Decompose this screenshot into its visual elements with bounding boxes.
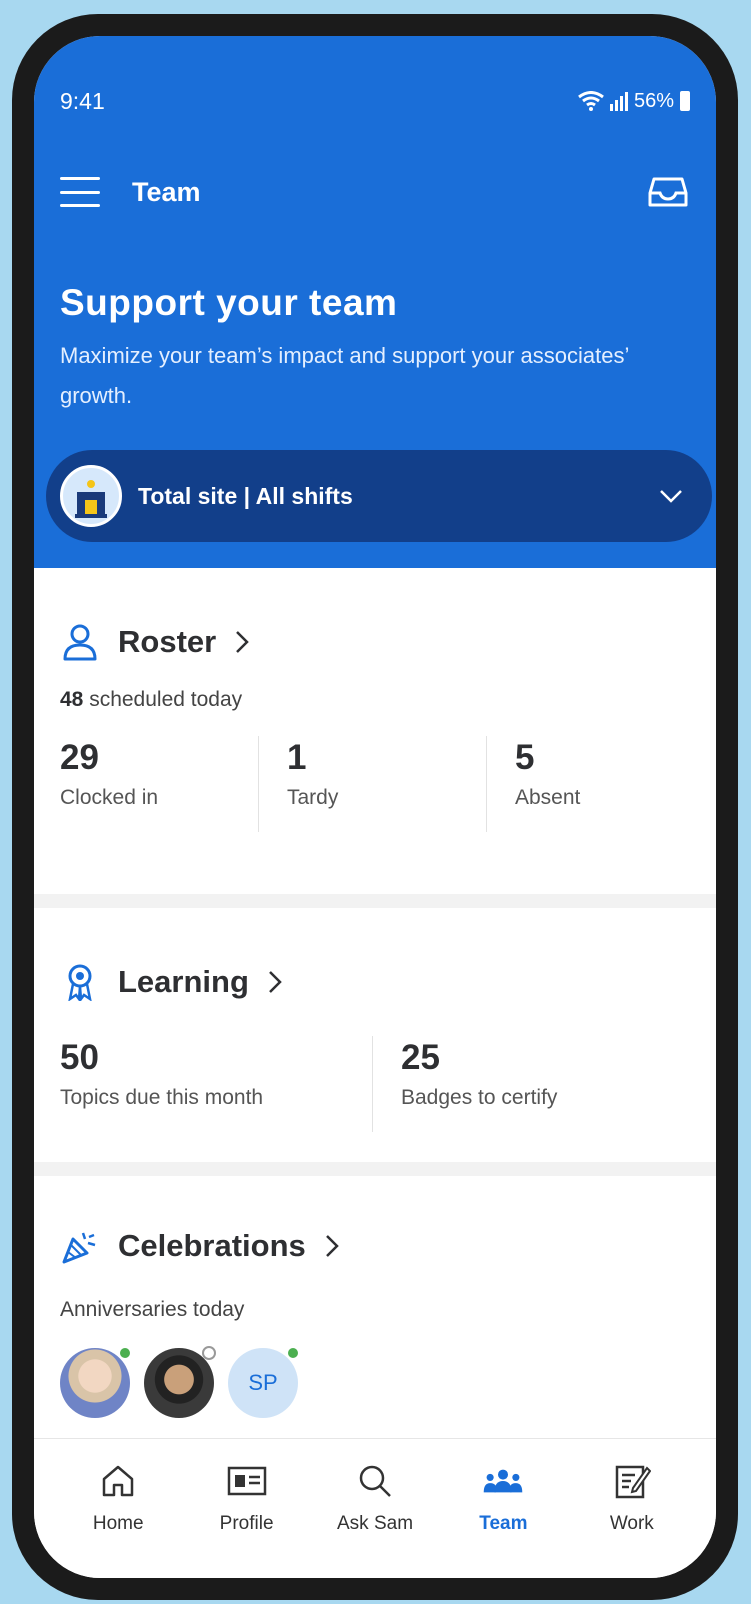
stat-value: 5 [515,738,535,777]
celebrations-title: Celebrations [118,1228,306,1263]
person-icon [60,622,100,662]
avatar-initials: SP [248,1370,278,1395]
stat-label: Topics due this month [60,1086,264,1109]
menu-icon[interactable] [60,177,100,207]
nav-profile[interactable]: Profile [182,1439,310,1578]
nav-home[interactable]: Home [54,1439,182,1578]
chevron-right-icon [234,627,256,657]
learning-stats: 50 Topics due this month 25 Badges to ce… [60,1036,690,1132]
nav-label: Profile [219,1513,274,1534]
inbox-icon[interactable] [646,170,690,214]
chevron-right-icon [267,967,289,997]
party-popper-icon [60,1226,100,1266]
status-icons: 56% [578,90,690,113]
battery-percent: 56% [633,89,674,112]
status-offline-dot [202,1346,216,1360]
nav-label: Ask Sam [337,1513,414,1534]
search-icon [355,1461,395,1501]
nav-label: Home [92,1513,144,1534]
wifi-icon [578,91,604,111]
avatar[interactable]: SP [228,1346,300,1418]
stat-value: 1 [287,738,307,777]
nav-work[interactable]: Work [568,1439,696,1578]
chevron-right-icon [324,1231,346,1261]
learning-title: Learning [118,964,249,999]
roster-stats: 29 Clocked in 1 Tardy 5 Absent [60,736,690,832]
roster-card: Roster 48 scheduled today 29 Clocked in [34,568,716,894]
content-cards: Roster 48 scheduled today 29 Clocked in [34,568,716,1476]
store-icon [60,465,122,527]
chevron-down-icon [654,479,688,513]
roster-header-link[interactable]: Roster [60,612,690,672]
signal-icon [609,92,628,111]
site-selector-dropdown[interactable]: Total site | All shifts [46,450,712,542]
stat-value: 29 [60,738,99,777]
celebrations-header-link[interactable]: Celebrations [60,1216,690,1276]
work-icon [612,1461,652,1501]
hero-title: Support your team [60,282,398,323]
hero-header: 9:41 56% Team Support your team Maximize… [34,36,716,568]
celebrations-subtitle: Anniversaries today [60,1298,245,1321]
bottom-navigation: Home Profile Ask Sam Team Work [34,1438,716,1578]
avatar[interactable] [144,1346,216,1418]
nav-team[interactable]: Team [439,1439,567,1578]
anniversary-avatars: SP [60,1346,690,1418]
stat-label: Clocked in [60,786,159,809]
stat-absent[interactable]: 5 Absent [487,736,580,832]
learning-header-link[interactable]: Learning [60,952,690,1012]
stat-badges-to-certify[interactable]: 25 Badges to certify [373,1036,557,1132]
site-selector-label: Total site | All shifts [138,482,353,509]
avatar[interactable] [60,1346,132,1418]
app-bar-title: Team [132,176,201,207]
stat-label: Badges to certify [401,1086,558,1109]
hero-subtitle: Maximize your team’s impact and support … [60,343,629,408]
celebrations-card: Celebrations Anniversaries today SP [34,1176,716,1476]
stat-value: 25 [401,1038,440,1077]
nav-label: Work [609,1513,654,1534]
scheduled-count: 48 [60,688,84,711]
award-ribbon-icon [60,962,100,1002]
phone-frame: 9:41 56% Team Support your team Maximize… [12,14,738,1600]
battery-icon [680,91,690,111]
learning-card: Learning 50 Topics due this month 25 Bad… [34,908,716,1162]
stat-value: 50 [60,1038,99,1077]
roster-title: Roster [118,624,217,659]
stat-label: Tardy [287,786,339,809]
home-icon [98,1461,138,1501]
status-time: 9:41 [60,87,105,114]
app-bar: Team [60,160,690,224]
nav-label: Team [479,1513,528,1534]
nav-ask-sam[interactable]: Ask Sam [311,1439,439,1578]
scheduled-text: scheduled today [83,688,243,711]
roster-scheduled: 48 scheduled today [60,688,690,712]
status-online-dot [286,1346,300,1360]
app-screen: 9:41 56% Team Support your team Maximize… [34,36,716,1578]
stat-label: Absent [515,786,581,809]
status-online-dot [118,1346,132,1360]
team-icon [483,1461,523,1501]
status-bar: 9:41 56% [60,86,690,116]
stat-clocked-in[interactable]: 29 Clocked in [60,736,258,832]
stat-tardy[interactable]: 1 Tardy [259,736,486,832]
profile-card-icon [227,1461,267,1501]
stat-topics-due[interactable]: 50 Topics due this month [60,1036,372,1132]
